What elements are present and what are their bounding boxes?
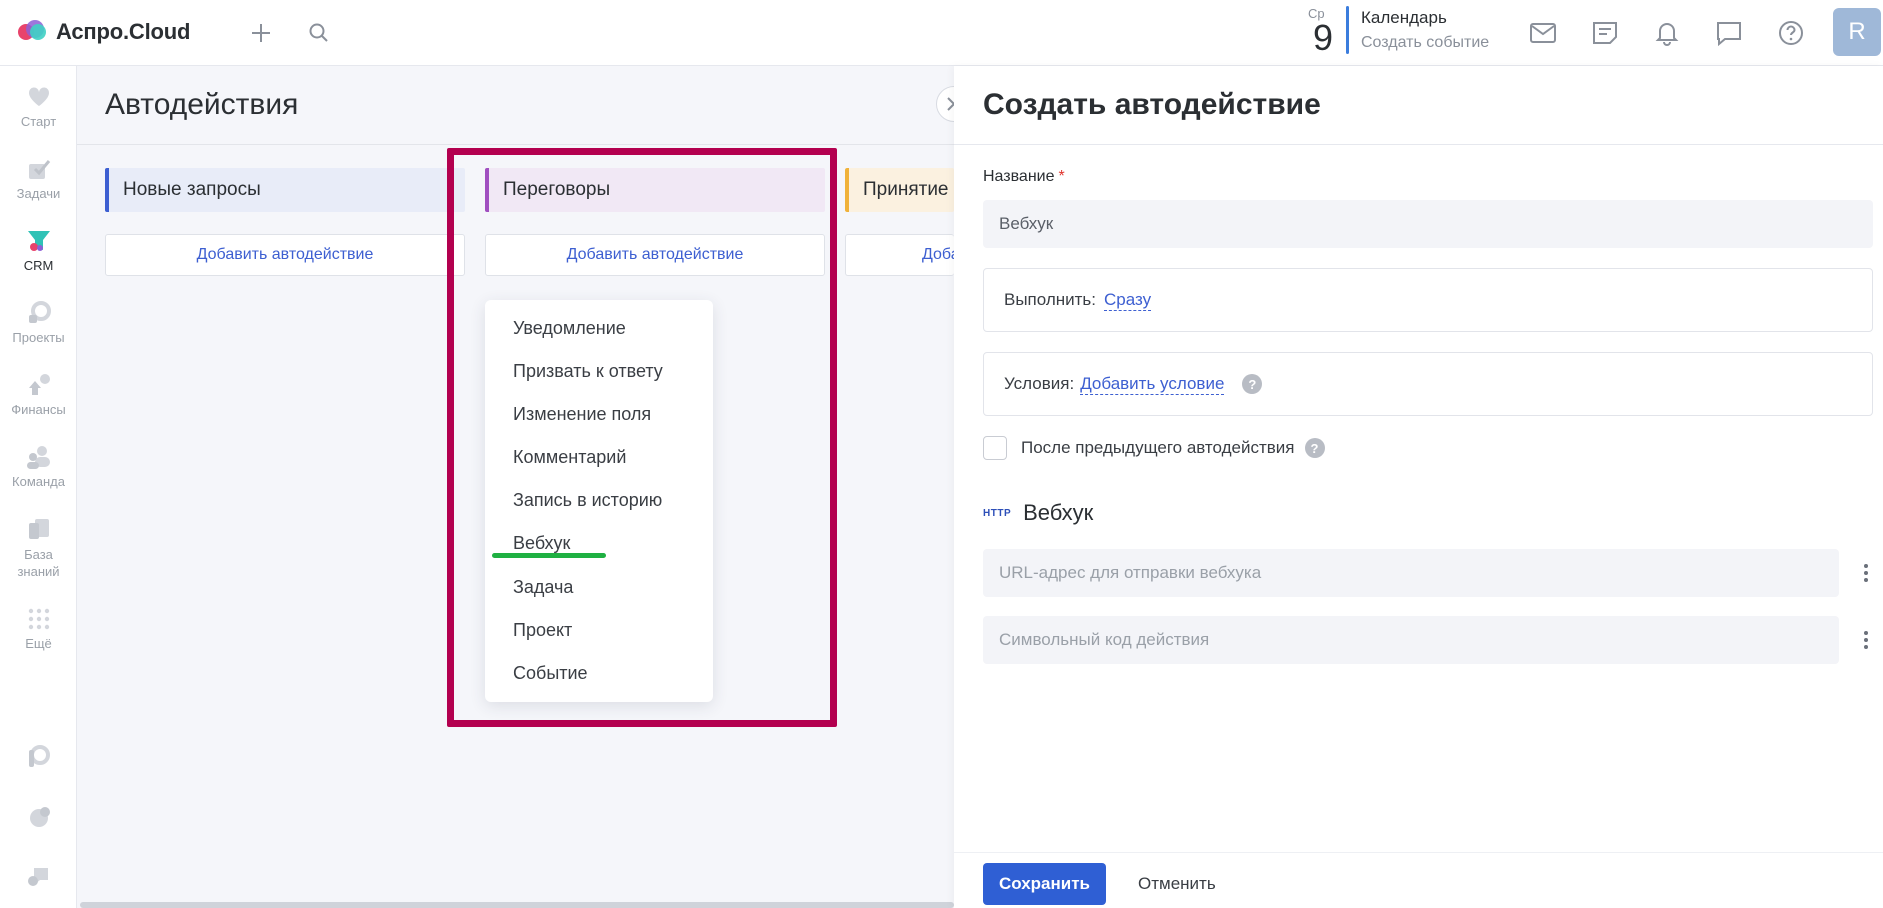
finance-icon (26, 372, 52, 398)
search-icon[interactable] (304, 18, 334, 48)
add-automation-button[interactable]: Добавить автодействие (105, 234, 465, 276)
panel-footer: Сохранить Отменить (954, 852, 1883, 908)
column-title: Принятие (863, 179, 949, 200)
sidebar-item-support[interactable] (0, 864, 77, 894)
name-input[interactable] (983, 200, 1873, 248)
chat-icon[interactable] (1714, 18, 1744, 48)
sidebar-item-apps[interactable] (0, 744, 77, 774)
more-options-icon[interactable] (1860, 561, 1872, 585)
sidebar-item-label: Команда (12, 474, 65, 489)
execute-timing-link[interactable]: Сразу (1104, 290, 1152, 311)
calendar-title[interactable]: Календарь (1361, 8, 1447, 28)
after-previous-row: После предыдущего автодействия ? (983, 436, 1325, 460)
sidebar-item-knowledge-base[interactable]: База знаний (0, 516, 77, 580)
cancel-button[interactable]: Отменить (1138, 863, 1216, 905)
add-automation-button[interactable]: Доба (845, 234, 954, 276)
sidebar-item-label: База знаний (17, 547, 60, 579)
create-event-link[interactable]: Создать событие (1361, 34, 1489, 52)
column-color-bar (845, 168, 849, 212)
logo-text: Аспро.Cloud (56, 19, 191, 44)
divider (954, 144, 1883, 145)
column-header-acceptance: Принятие (845, 168, 954, 212)
sidebar: Старт Задачи CRM Проекты Финансы Команда… (0, 66, 77, 908)
sidebar-item-label: Старт (20, 114, 57, 129)
sidebar-item-label: Задачи (16, 186, 61, 201)
help-icon[interactable]: ? (1242, 374, 1263, 394)
grid-dots-icon (26, 606, 52, 632)
sidebar-item-tasks[interactable]: Задачи (0, 156, 77, 201)
save-button[interactable]: Сохранить (983, 863, 1106, 905)
mail-icon[interactable] (1528, 18, 1558, 48)
team-icon (26, 444, 52, 470)
execute-label: Выполнить: (1004, 290, 1097, 309)
bell-icon[interactable] (1652, 18, 1682, 48)
top-bar: Аспро.Cloud Ср 9 Календарь Создать событ… (0, 0, 1883, 66)
action-code-input[interactable] (983, 616, 1839, 664)
logo-icon (18, 18, 48, 46)
sidebar-item-start[interactable]: Старт (0, 84, 77, 129)
sidebar-item-label: Проекты (12, 330, 65, 345)
sidebar-item-settings[interactable] (0, 804, 77, 834)
gear-icon (26, 804, 52, 830)
calendar-divider (1346, 6, 1349, 54)
webhook-section-header: HTTP Вебхук (983, 500, 1093, 526)
column-title: Новые запросы (123, 179, 261, 200)
add-icon[interactable] (246, 18, 276, 48)
section-title: Вебхук (1023, 500, 1094, 525)
page-title: Автодействия (105, 88, 299, 121)
column-header-new-requests: Новые запросы (105, 168, 465, 212)
column-color-bar (105, 168, 109, 212)
after-previous-checkbox[interactable] (983, 436, 1007, 460)
help-icon[interactable] (1776, 18, 1806, 48)
sidebar-item-label: Финансы (11, 402, 66, 417)
sidebar-item-label: Ещё (25, 636, 52, 651)
name-label: Название * (983, 168, 1065, 185)
conditions-row: Условия: Добавить условие ? (983, 352, 1873, 416)
crm-icon (26, 228, 52, 254)
more-options-icon[interactable] (1860, 628, 1872, 652)
add-condition-link[interactable]: Добавить условие (1080, 374, 1225, 395)
horizontal-scrollbar[interactable] (80, 902, 954, 908)
date-number: 9 (1313, 17, 1334, 58)
sidebar-item-finance[interactable]: Финансы (0, 372, 77, 417)
panel-title: Создать автодействие (983, 88, 1321, 121)
create-automation-panel: Создать автодействие Название* Выполнить… (954, 66, 1883, 908)
divider (77, 144, 954, 145)
book-icon (26, 516, 52, 542)
tasks-icon (26, 156, 52, 182)
sidebar-item-crm[interactable]: CRM (0, 228, 77, 273)
required-mark: * (1058, 168, 1065, 185)
conditions-label: Условия: (1004, 374, 1075, 393)
sidebar-item-more[interactable]: Ещё (0, 606, 77, 651)
logo[interactable]: Аспро.Cloud (18, 18, 190, 46)
highlight-frame-annotation (447, 148, 837, 727)
after-previous-label: После предыдущего автодействия (1021, 438, 1295, 457)
sidebar-item-label: CRM (23, 258, 54, 273)
puzzle-icon (26, 744, 52, 770)
sidebar-item-projects[interactable]: Проекты (0, 300, 77, 345)
sidebar-item-team[interactable]: Команда (0, 444, 77, 489)
http-icon: HTTP (983, 507, 1012, 519)
heart-icon (26, 84, 52, 110)
projects-icon (26, 300, 52, 326)
help-icon[interactable]: ? (1304, 438, 1325, 458)
notes-icon[interactable] (1590, 18, 1620, 48)
avatar[interactable]: R (1833, 8, 1881, 56)
support-chat-icon (26, 864, 52, 890)
webhook-url-input[interactable] (983, 549, 1839, 597)
execute-row: Выполнить: Сразу (983, 268, 1873, 332)
